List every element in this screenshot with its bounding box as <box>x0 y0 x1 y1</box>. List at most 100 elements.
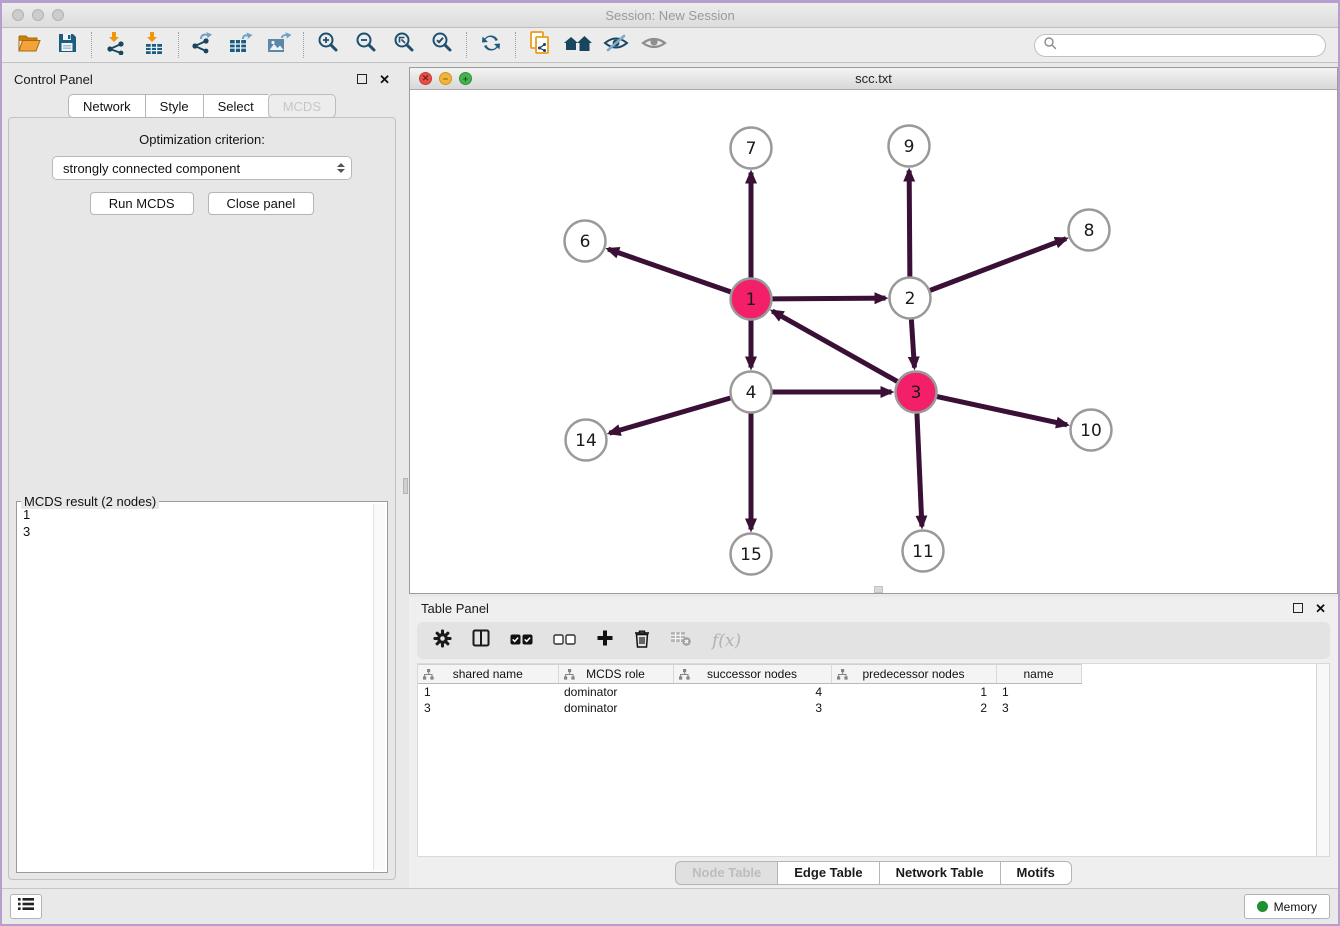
search-box[interactable] <box>1034 34 1326 57</box>
graph-node-7[interactable]: 7 <box>731 128 772 169</box>
column-header-shared-name[interactable]: shared name <box>418 665 558 684</box>
table-cell[interactable]: 1 <box>831 684 996 700</box>
graph-node-6[interactable]: 6 <box>565 221 606 262</box>
new-network-from-selection-button[interactable] <box>521 30 559 60</box>
tab-node-table[interactable]: Node Table <box>675 861 777 885</box>
zoom-in-button[interactable] <box>309 30 347 60</box>
tab-style[interactable]: Style <box>145 94 203 118</box>
main-toolbar <box>2 28 1338 63</box>
table-row[interactable]: 1dominator411 <box>418 684 1081 700</box>
zoom-out-button[interactable] <box>347 30 385 60</box>
graph-node-14[interactable]: 14 <box>566 420 607 461</box>
graph-edge-2-3[interactable] <box>911 319 914 367</box>
table-cell[interactable]: dominator <box>558 700 673 716</box>
table-cell[interactable]: 3 <box>418 700 558 716</box>
table-cell[interactable]: dominator <box>558 684 673 700</box>
tab-network[interactable]: Network <box>68 94 145 118</box>
table-cell[interactable]: 1 <box>418 684 558 700</box>
graph-node-11[interactable]: 11 <box>903 531 944 572</box>
close-panel-button[interactable]: Close panel <box>208 192 315 215</box>
float-table-panel-icon[interactable] <box>1293 603 1303 613</box>
network-close-icon[interactable]: ✕ <box>419 72 432 85</box>
zoom-fit-button[interactable] <box>385 30 423 60</box>
open-session-button[interactable] <box>10 30 48 60</box>
column-header-name[interactable]: name <box>996 665 1081 684</box>
deselect-all-checkboxes-button[interactable] <box>553 632 576 650</box>
export-network-button[interactable] <box>184 30 222 60</box>
tab-select[interactable]: Select <box>203 94 268 118</box>
delete-table-button[interactable] <box>670 629 692 652</box>
graph-edge-3-10[interactable] <box>937 397 1067 425</box>
column-header-predecessor-nodes[interactable]: predecessor nodes <box>831 665 996 684</box>
import-network-button[interactable] <box>97 30 135 60</box>
run-mcds-button[interactable]: Run MCDS <box>90 192 194 215</box>
close-table-panel-icon[interactable]: ✕ <box>1315 602 1326 615</box>
mcds-result-text[interactable]: 13 <box>23 506 371 870</box>
import-table-button[interactable] <box>135 30 173 60</box>
graph-edge-3-1[interactable] <box>772 311 897 381</box>
select-all-checkboxes-button[interactable] <box>510 632 533 650</box>
add-column-button[interactable] <box>596 629 614 652</box>
table-cell[interactable]: 1 <box>996 684 1081 700</box>
tab-edge-table[interactable]: Edge Table <box>777 861 878 885</box>
graph-node-8[interactable]: 8 <box>1069 210 1110 251</box>
graph-node-9[interactable]: 9 <box>889 126 930 167</box>
graph-edge-1-6[interactable] <box>608 249 731 292</box>
tab-mcds[interactable]: MCDS <box>268 94 336 118</box>
graph-node-3[interactable]: 3 <box>896 372 937 413</box>
splitter-handle-icon[interactable] <box>403 478 408 494</box>
graph-node-10[interactable]: 10 <box>1071 410 1112 451</box>
delete-table-icon <box>670 629 692 652</box>
graph-node-2[interactable]: 2 <box>890 278 931 319</box>
svg-text:8: 8 <box>1084 221 1095 241</box>
memory-button[interactable]: Memory <box>1244 894 1330 919</box>
export-table-button[interactable] <box>222 30 260 60</box>
show-all-button[interactable] <box>635 30 673 60</box>
tab-network-table[interactable]: Network Table <box>879 861 1000 885</box>
network-minimize-icon[interactable]: − <box>439 72 452 85</box>
canvas-scrollbar-thumb[interactable] <box>874 586 883 593</box>
table-settings-button[interactable] <box>433 629 452 653</box>
hide-selected-button[interactable] <box>597 30 635 60</box>
table-row[interactable]: 3dominator323 <box>418 700 1081 716</box>
column-header-MCDS-role[interactable]: MCDS role <box>558 665 673 684</box>
result-scrollbar[interactable] <box>373 504 385 870</box>
criterion-dropdown[interactable]: strongly connected component <box>52 156 352 180</box>
graph-edge-1-2[interactable] <box>772 298 885 299</box>
float-panel-icon[interactable] <box>357 74 367 84</box>
task-history-button[interactable] <box>10 894 42 919</box>
save-session-button[interactable] <box>48 30 86 60</box>
refresh-layout-button[interactable] <box>472 30 510 60</box>
table-scrollbar[interactable] <box>1316 664 1329 856</box>
graph-edge-2-9[interactable] <box>909 170 910 276</box>
graph-edge-3-11[interactable] <box>917 413 922 526</box>
search-input[interactable] <box>1062 38 1317 52</box>
show-column-button[interactable] <box>472 629 490 652</box>
table-cell[interactable]: 3 <box>673 700 831 716</box>
close-panel-icon[interactable]: ✕ <box>379 73 390 86</box>
graph-edge-4-14[interactable] <box>610 398 731 433</box>
graph-node-1[interactable]: 1 <box>731 279 772 320</box>
table-cell[interactable]: 2 <box>831 700 996 716</box>
network-maximize-icon[interactable]: + <box>459 72 472 85</box>
network-canvas[interactable]: 1 2 3 4 6 7 8 9 10 11 14 15 <box>410 90 1337 593</box>
export-image-button[interactable] <box>260 30 298 60</box>
refresh-icon <box>479 31 503 60</box>
tab-motifs[interactable]: Motifs <box>1000 861 1072 885</box>
delete-column-button[interactable] <box>634 629 650 653</box>
window-titlebar: Session: New Session <box>2 3 1338 28</box>
zoom-selected-button[interactable] <box>423 30 461 60</box>
home-view-button[interactable] <box>559 30 597 60</box>
table-cell[interactable]: 4 <box>673 684 831 700</box>
function-builder-button[interactable]: f(x) <box>712 631 741 651</box>
panel-splitter[interactable] <box>402 63 409 888</box>
toolbar-separator <box>178 32 179 58</box>
control-panel-header: Control Panel ✕ <box>2 68 402 90</box>
graph-edge-2-8[interactable] <box>930 239 1066 291</box>
graph-node-15[interactable]: 15 <box>731 534 772 575</box>
node-table: shared nameMCDS rolesuccessor nodesprede… <box>417 663 1330 857</box>
memory-status-icon <box>1257 901 1268 912</box>
graph-node-4[interactable]: 4 <box>731 372 772 413</box>
column-header-successor-nodes[interactable]: successor nodes <box>673 665 831 684</box>
table-cell[interactable]: 3 <box>996 700 1081 716</box>
